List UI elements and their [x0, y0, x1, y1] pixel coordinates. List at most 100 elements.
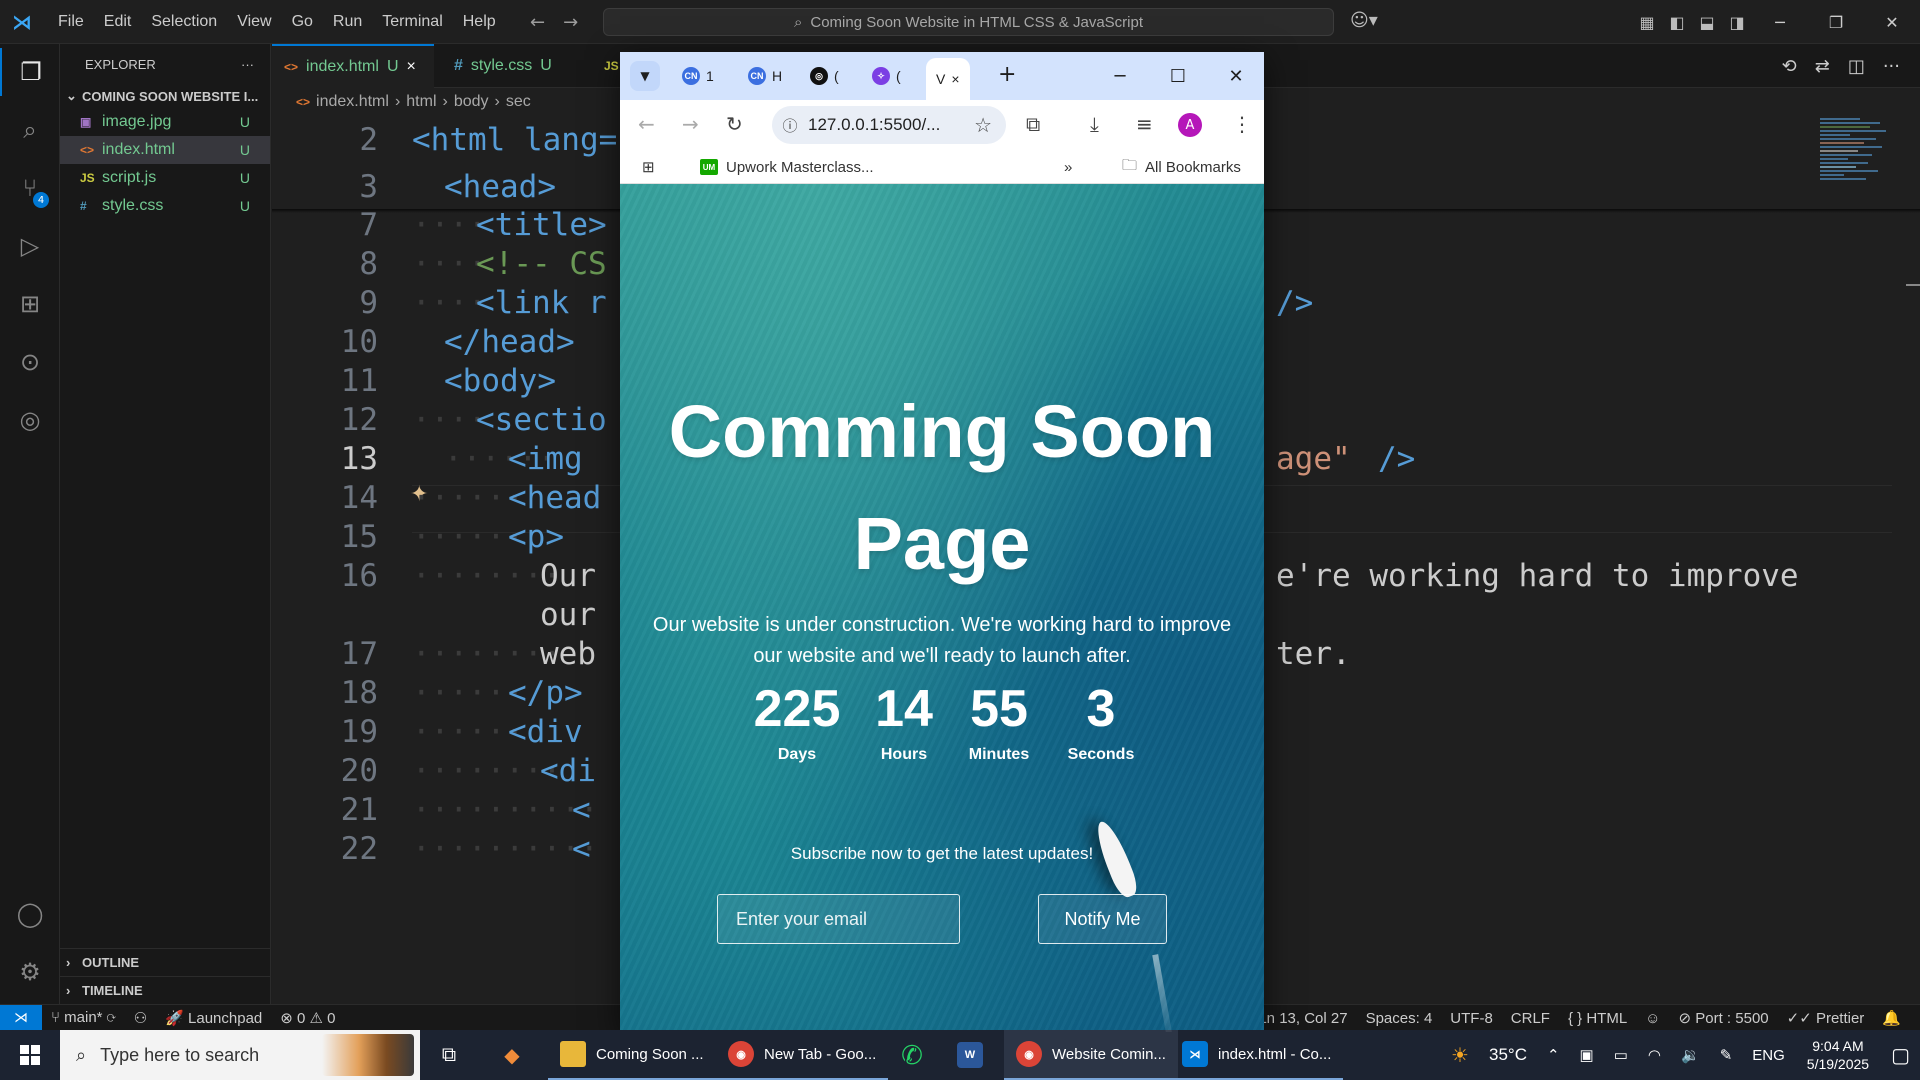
encoding[interactable]: UTF-8 — [1441, 1010, 1502, 1027]
address-bar[interactable]: ⓘ 127.0.0.1:5500/... ☆ — [772, 106, 1006, 144]
menu-help[interactable]: Help — [453, 0, 506, 44]
notify-me-button[interactable]: Notify Me — [1038, 894, 1167, 944]
weather-icon[interactable]: ☀ — [1441, 1043, 1479, 1068]
taskbar-app-chrome-website[interactable]: ◉ Website Comin... — [1004, 1030, 1178, 1080]
browser-back-icon[interactable]: ← — [638, 112, 655, 136]
taskbar-app-chrome-newtab[interactable]: ◉ New Tab - Goo... — [716, 1030, 889, 1080]
browser-tab-active[interactable]: V × — [926, 58, 970, 100]
tab-style-css[interactable]: # style.css U — [442, 44, 564, 88]
word-icon[interactable]: W — [950, 1030, 990, 1080]
profile-avatar[interactable]: A — [1178, 113, 1202, 137]
browser-menu-icon[interactable]: ⋮ — [1232, 112, 1252, 136]
workspace-folder[interactable]: ⌄ COMING SOON WEBSITE I... — [60, 84, 270, 108]
all-bookmarks[interactable]: 🗀 All Bookmarks — [1122, 150, 1241, 184]
notifications-bell-icon[interactable]: 🔔 — [1873, 1009, 1910, 1027]
copilot-taskbar-icon[interactable]: ◆ — [494, 1030, 530, 1080]
taskbar-clock[interactable]: 9:04 AM 5/19/2025 — [1795, 1037, 1881, 1073]
language-indicator[interactable]: ENG — [1742, 1047, 1795, 1064]
weather-temp[interactable]: 35°C — [1479, 1045, 1537, 1065]
bookmarks-overflow[interactable]: » — [1064, 150, 1072, 184]
taskbar-app-explorer[interactable]: Coming Soon ... — [548, 1030, 716, 1080]
launchpad-item[interactable]: 🚀 Launchpad — [156, 1009, 271, 1027]
customize-layout-icon[interactable]: ▦ — [1632, 13, 1662, 32]
tab-close-icon[interactable]: × — [407, 58, 416, 76]
language-mode[interactable]: { } HTML — [1559, 1010, 1636, 1027]
apps-grid-icon[interactable]: ⊞ — [642, 150, 655, 184]
timeline-section[interactable]: › TIMELINE — [60, 976, 271, 1004]
browser-tab-4[interactable]: ✧ ( — [872, 62, 901, 90]
menu-edit[interactable]: Edit — [94, 0, 142, 44]
tab-search-chevron-icon[interactable]: ▼ — [630, 61, 660, 91]
explorer-icon[interactable]: ❐ — [0, 48, 60, 96]
minimize-icon[interactable]: ─ — [1752, 13, 1808, 32]
file-style-css[interactable]: # style.css U — [60, 192, 270, 220]
start-button[interactable] — [0, 1030, 60, 1080]
browser-tab-2[interactable]: CN H — [748, 62, 782, 90]
command-center[interactable]: ⌕ Coming Soon Website in HTML CSS & Java… — [603, 8, 1334, 36]
indentation[interactable]: Spaces: 4 — [1357, 1010, 1442, 1027]
toggle-panel-icon[interactable]: ⬓ — [1692, 13, 1722, 32]
bookmark-upwork[interactable]: UM Upwork Masterclass... — [700, 150, 874, 184]
browser-maximize-icon[interactable]: ☐ — [1150, 52, 1206, 100]
live-server-port[interactable]: ⊘ Port : 5500 — [1670, 1009, 1778, 1027]
copilot-status-icon[interactable]: ☺ — [1636, 1010, 1669, 1027]
breadcrumb-section[interactable]: sec — [506, 93, 531, 111]
source-control-icon[interactable]: ⑂ 4 — [0, 164, 60, 212]
new-tab-button[interactable]: + — [998, 62, 1016, 87]
browser-tab-1[interactable]: CN 1 — [682, 62, 714, 90]
reload-icon[interactable]: ↻ — [726, 112, 743, 136]
taskbar-app-vscode[interactable]: ⋊ index.html - Co... — [1170, 1030, 1344, 1080]
taskbar-search-box[interactable]: ⌕ Type here to search — [60, 1030, 420, 1080]
git-graph-icon[interactable]: ⊙ — [0, 338, 60, 386]
copilot-icon[interactable]: ☺▾ — [1350, 10, 1378, 31]
remote-explorer-icon[interactable]: ◎ — [0, 396, 60, 444]
browser-minimize-icon[interactable]: ─ — [1092, 52, 1148, 100]
menu-terminal[interactable]: Terminal — [372, 0, 452, 44]
downloads-icon[interactable]: ⤓ — [1090, 112, 1099, 136]
browser-tab-3[interactable]: ◎ ( — [810, 62, 839, 90]
file-image-jpg[interactable]: ▣ image.jpg U — [60, 108, 270, 136]
scrollbar-marker[interactable] — [1906, 284, 1920, 286]
remote-indicator-icon[interactable]: ⋊ — [0, 1004, 42, 1031]
prettier-status[interactable]: ✓✓ Prettier — [1778, 1009, 1874, 1027]
menu-run[interactable]: Run — [323, 0, 372, 44]
menu-selection[interactable]: Selection — [141, 0, 227, 44]
tab-index-html[interactable]: <> index.html U × — [272, 44, 434, 88]
email-input[interactable]: Enter your email — [717, 894, 960, 944]
more-actions-icon[interactable]: ··· — [1883, 56, 1900, 77]
forward-arrow-icon[interactable]: → — [563, 12, 578, 33]
task-view-icon[interactable]: ⧉ — [434, 1030, 464, 1080]
meet-now-icon[interactable]: ▣ — [1570, 1046, 1604, 1064]
battery-icon[interactable]: ▭ — [1604, 1046, 1638, 1064]
accounts-icon[interactable]: ◯ — [0, 890, 60, 938]
bookmark-star-icon[interactable]: ☆ — [974, 113, 992, 138]
breadcrumb-html[interactable]: html — [406, 93, 436, 111]
run-debug-icon[interactable]: ▷ — [0, 222, 60, 270]
tray-overflow-icon[interactable]: ⌃ — [1537, 1046, 1570, 1064]
media-controls-icon[interactable]: ≡ — [1136, 112, 1153, 136]
restore-icon[interactable]: ❐ — [1808, 13, 1864, 32]
settings-gear-icon[interactable]: ⚙ — [0, 948, 60, 996]
toggle-secondary-sidebar-icon[interactable]: ◨ — [1722, 13, 1752, 32]
problems-indicator[interactable]: ⊗ 0 ⚠ 0 — [271, 1009, 344, 1027]
browser-forward-icon[interactable]: → — [682, 112, 699, 136]
cursor-position[interactable]: Ln 13, Col 27 — [1249, 1010, 1356, 1027]
pen-icon[interactable]: ✎ — [1710, 1046, 1743, 1064]
volume-icon[interactable]: 🔉 — [1671, 1046, 1710, 1064]
menu-file[interactable]: File — [48, 0, 94, 44]
extensions-icon[interactable]: ⊞ — [0, 280, 60, 328]
search-icon[interactable]: ⌕ — [0, 106, 60, 154]
split-editor-icon[interactable]: ◫ — [1848, 56, 1865, 77]
more-actions-icon[interactable]: ··· — [241, 57, 254, 72]
menu-view[interactable]: View — [227, 0, 281, 44]
browser-close-icon[interactable]: ✕ — [1208, 52, 1264, 100]
branch-indicator[interactable]: ⑂ main* ⟳ — [42, 1009, 125, 1026]
line-endings[interactable]: CRLF — [1502, 1010, 1559, 1027]
notification-center-icon[interactable]: ▢ — [1881, 1043, 1920, 1068]
breadcrumb-body[interactable]: body — [454, 93, 489, 111]
menu-go[interactable]: Go — [282, 0, 323, 44]
close-icon[interactable]: ✕ — [1864, 13, 1920, 32]
extensions-puzzle-icon[interactable]: ⧉ — [1026, 112, 1040, 136]
wifi-icon[interactable]: ◠ — [1638, 1046, 1671, 1064]
open-changes-icon[interactable]: ⇄ — [1815, 56, 1830, 77]
